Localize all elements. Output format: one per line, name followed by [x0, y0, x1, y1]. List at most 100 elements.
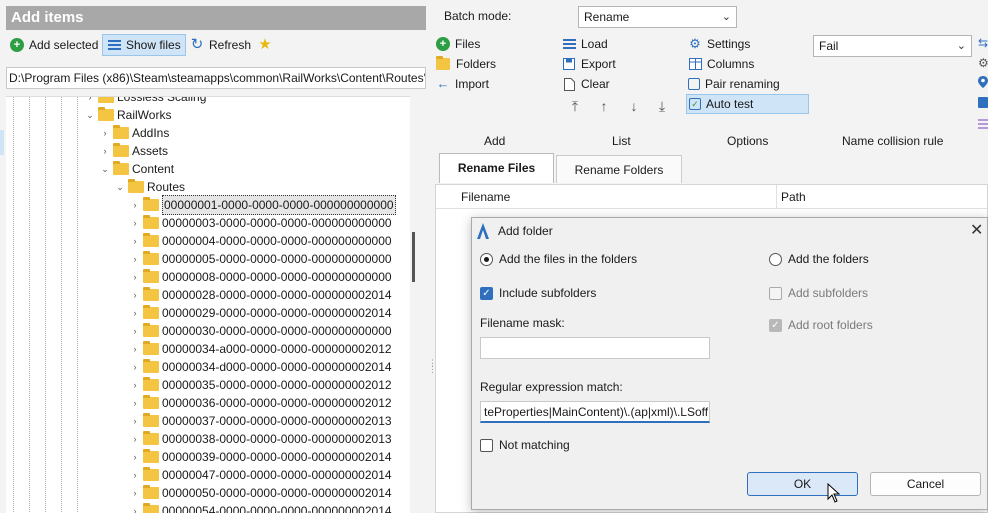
chevron-down-icon: ⌄	[956, 40, 966, 52]
tree-item-route[interactable]: › 00000004-0000-0000-0000-000000000000	[129, 232, 392, 250]
tree-item-label: Routes	[147, 180, 186, 194]
folder-icon	[98, 97, 114, 103]
tree-item-route[interactable]: › 00000030-0000-0000-0000-000000000000	[129, 322, 392, 340]
settings-button[interactable]: ⚙ Settings	[688, 35, 750, 53]
folder-icon	[436, 56, 450, 70]
arrow-left-icon: ←	[436, 76, 450, 91]
tree-item-label: 00000028-0000-0000-0000-000000002014	[162, 288, 392, 302]
tree-item-route[interactable]: › 00000005-0000-0000-0000-000000000000	[129, 250, 392, 268]
image-icon[interactable]	[978, 97, 988, 108]
not-matching-checkbox[interactable]: Not matching	[480, 436, 570, 454]
tree-item-assets[interactable]: › Assets	[99, 142, 168, 160]
tree-item-route[interactable]: › 00000008-0000-0000-0000-000000000000	[129, 268, 392, 286]
cancel-button[interactable]: Cancel	[870, 472, 981, 496]
tab-rename-folders[interactable]: Rename Folders	[556, 155, 682, 183]
add-root-folders-checkbox[interactable]: ✓ Add root folders	[769, 316, 873, 334]
add-subfolders-checkbox[interactable]: Add subfolders	[769, 284, 868, 302]
batch-mode-select[interactable]: Rename ⌄	[578, 6, 737, 28]
star-icon: ★	[258, 36, 272, 53]
folder-icon	[143, 269, 159, 283]
add-files-in-folders-radio[interactable]: Add the files in the folders	[480, 250, 637, 268]
add-selected-button[interactable]: + Add selected	[6, 34, 102, 56]
tree-item-lossless[interactable]: › Lossless Scaling	[84, 97, 206, 106]
filename-mask-input[interactable]	[480, 337, 710, 359]
map-pin-icon[interactable]	[978, 76, 988, 88]
tree-item-route[interactable]: › 00000039-0000-0000-0000-000000002014	[129, 448, 392, 466]
move-bottom-button[interactable]: ⤓	[655, 98, 669, 115]
folder-icon	[113, 161, 129, 175]
tab-rename-files[interactable]: Rename Files	[439, 153, 554, 183]
folder-icon	[98, 107, 114, 121]
add-the-folders-radio[interactable]: Add the folders	[769, 250, 869, 268]
folder-icon	[143, 413, 159, 427]
tree-item-routes[interactable]: ⌄ Routes	[114, 178, 185, 196]
move-up-button[interactable]: ↑	[597, 98, 611, 114]
tree-item-content[interactable]: ⌄ Content	[99, 160, 174, 178]
folder-icon	[143, 233, 159, 247]
regex-label: Regular expression match:	[480, 380, 623, 394]
tree-item-label: 00000035-0000-0000-0000-000000002012	[162, 378, 392, 392]
radio-selected-icon	[480, 252, 493, 266]
folder-icon	[143, 449, 159, 463]
add-selected-label: Add selected	[29, 38, 99, 52]
add-files-button[interactable]: + Files	[436, 35, 480, 53]
pair-renaming-toggle[interactable]: Pair renaming	[688, 75, 780, 93]
path-input[interactable]: D:\Program Files (x86)\Steam\steamapps\c…	[6, 67, 426, 89]
load-button[interactable]: Load	[562, 35, 608, 53]
panel-title: Add items	[6, 6, 426, 30]
add-folders-button[interactable]: Folders	[436, 55, 496, 73]
columns-label: Columns	[707, 57, 755, 71]
tree-item-label: 00000054-0000-0000-0000-000000002014	[162, 504, 392, 513]
checkbox-label: Add root folders	[788, 318, 873, 332]
show-files-button[interactable]: Show files	[102, 34, 186, 56]
ok-button[interactable]: OK	[747, 472, 858, 496]
selection-marker	[0, 130, 4, 155]
tree-item-route[interactable]: › 00000050-0000-0000-0000-000000002014	[129, 484, 392, 502]
gear-icon[interactable]: ⚙	[978, 56, 988, 70]
folder-tree[interactable]: › Lossless Scaling ⌄ RailWorks › AddIns …	[6, 96, 410, 513]
group-label-collision: Name collision rule	[842, 134, 944, 148]
tree-item-route[interactable]: › 00000036-0000-0000-0000-000000002012	[129, 394, 392, 412]
auto-test-toggle[interactable]: ✓ Auto test	[686, 94, 809, 114]
add-files-label: Files	[455, 37, 481, 51]
tree-item-route[interactable]: › 00000003-0000-0000-0000-000000000000	[129, 214, 392, 232]
tree-scrollbar-thumb[interactable]	[412, 232, 415, 282]
move-top-button[interactable]: ⤒	[568, 98, 582, 115]
chevron-right-icon: ›	[133, 452, 137, 462]
import-button[interactable]: ← Import	[436, 75, 490, 93]
columns-button[interactable]: Columns	[688, 55, 754, 73]
tree-item-route[interactable]: › 00000047-0000-0000-0000-000000002014	[129, 466, 392, 484]
include-subfolders-checkbox[interactable]: ✓ Include subfolders	[480, 284, 596, 302]
regex-input[interactable]: teProperties|MainContent)\.(ap|xml)\.LSo…	[480, 401, 710, 423]
tree-item-route[interactable]: › 00000029-0000-0000-0000-000000002014	[129, 304, 392, 322]
tree-item-route[interactable]: › 00000001-0000-0000-0000-000000000000	[129, 195, 396, 215]
collision-rule-select[interactable]: Fail ⌄	[813, 35, 972, 57]
mouse-cursor-icon	[827, 482, 841, 503]
filename-mask-label: Filename mask:	[480, 316, 565, 330]
tree-item-route[interactable]: › 00000037-0000-0000-0000-000000002013	[129, 412, 392, 430]
close-icon[interactable]: ✕	[970, 220, 983, 240]
tree-item-route[interactable]: › 00000034-d000-0000-0000-000000002014	[129, 358, 392, 376]
column-header-path[interactable]: Path	[781, 190, 806, 204]
folder-icon	[113, 143, 129, 157]
export-button[interactable]: Export	[562, 55, 616, 73]
tree-item-route[interactable]: › 00000035-0000-0000-0000-000000002012	[129, 376, 392, 394]
tree-item-railworks[interactable]: ⌄ RailWorks	[84, 106, 171, 124]
column-header-filename[interactable]: Filename	[461, 190, 510, 204]
chevron-right-icon: ›	[133, 488, 137, 498]
tree-item-route[interactable]: › 00000028-0000-0000-0000-000000002014	[129, 286, 392, 304]
refresh-button[interactable]: ↻ Refresh	[186, 34, 255, 56]
swap-icon[interactable]: ⇆	[978, 36, 988, 50]
move-down-button[interactable]: ↓	[627, 98, 641, 114]
tree-item-route[interactable]: › 00000034-a000-0000-0000-000000002012	[129, 340, 392, 358]
favorite-button[interactable]: ★	[254, 34, 276, 56]
menu-icon[interactable]	[978, 118, 988, 129]
tree-item-addins[interactable]: › AddIns	[99, 124, 169, 142]
splitter-grip[interactable]: ⋮ ⋮	[428, 359, 437, 390]
folder-icon	[143, 323, 159, 337]
show-files-label: Show files	[126, 38, 181, 52]
tree-item-route[interactable]: › 00000038-0000-0000-0000-000000002013	[129, 430, 392, 448]
chevron-right-icon: ›	[133, 254, 137, 264]
clear-button[interactable]: Clear	[562, 75, 610, 93]
tree-item-route[interactable]: › 00000054-0000-0000-0000-000000002014	[129, 502, 392, 513]
